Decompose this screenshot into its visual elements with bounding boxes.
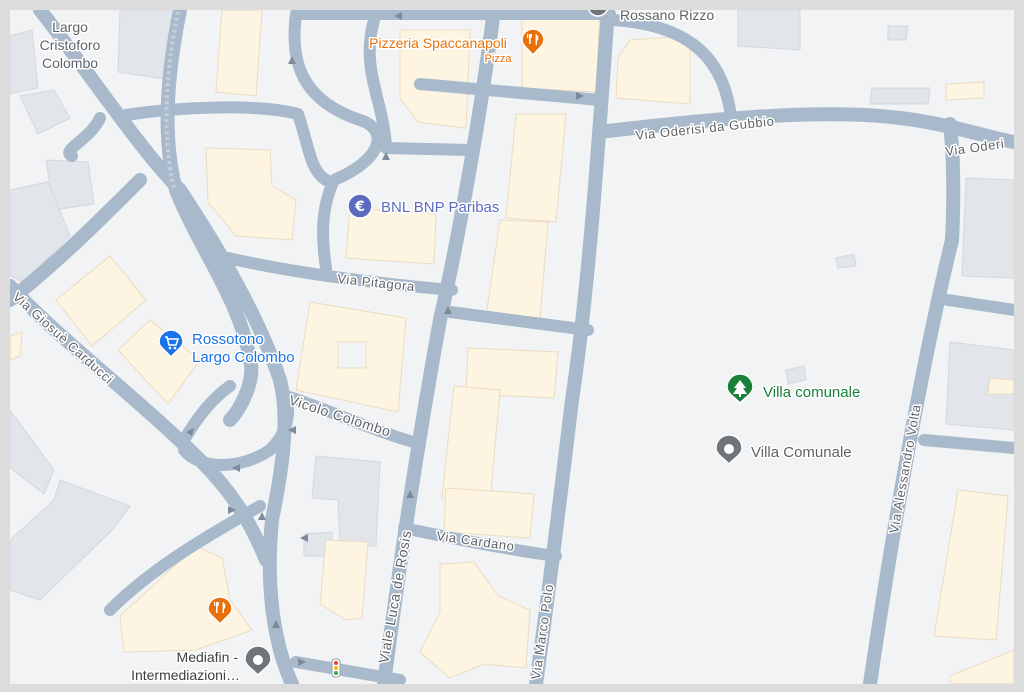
poi-label: Colombo [42,55,98,71]
building [10,331,23,361]
building [215,10,263,97]
poi-label: Largo Colombo [192,349,295,366]
poi-label: BNL BNP Paribas [381,199,499,216]
poi-sublabel: Pizza [485,53,513,65]
svg-text:€: € [354,199,365,215]
building [319,539,369,621]
poi-label: Intermediazioni… [131,667,240,683]
building [961,177,1014,279]
building [987,377,1014,395]
building [887,25,909,41]
poi-label: Rossano Rizzo [620,10,714,23]
map-frame: Via Oderisi da Gubbio Via Oderi Via Pita… [0,0,1024,692]
poi-label: Mediafin - [177,649,239,665]
traffic-light-icon [331,658,341,678]
building-courtyard [337,341,367,369]
building [945,81,985,101]
building [615,35,691,105]
poi-label: Villa Comunale [751,444,852,461]
poi-label: Pizzeria Spaccanapoli [369,35,507,51]
euro-icon: € [347,193,373,219]
road-via-oderisi-east [943,117,961,247]
road-east-spur-bottom [918,434,1014,454]
map[interactable]: Via Oderisi da Gubbio Via Oderi Via Pita… [10,10,1014,684]
poi-label: Cristoforo [40,37,101,53]
building [869,87,931,105]
building [505,113,567,223]
poi-label: Villa comunale [763,384,860,401]
building [737,10,801,51]
poi-label: Rossotono [192,331,264,348]
poi-label: Largo [52,19,88,35]
